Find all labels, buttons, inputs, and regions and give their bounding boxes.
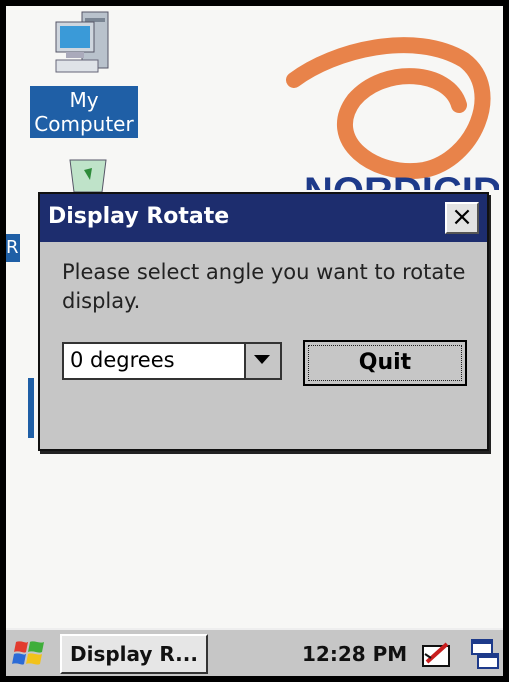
angle-select-value: 0 degrees — [70, 348, 175, 372]
show-desktop-icon[interactable] — [468, 638, 500, 672]
recycle-bin-icon[interactable] — [64, 156, 112, 192]
clock[interactable]: 12:28 PM — [302, 642, 407, 666]
desktop-icon-my-computer[interactable]: My Computer — [24, 6, 144, 138]
my-computer-icon — [55, 11, 109, 73]
input-panel-icon[interactable] — [421, 640, 453, 670]
recycle-bin-label[interactable]: R — [6, 234, 20, 262]
chevron-down-icon — [254, 355, 270, 364]
quit-button-label: Quit — [308, 345, 462, 381]
angle-select[interactable]: 0 degrees — [62, 342, 282, 380]
taskbar: Display R... 12:28 PM — [6, 628, 503, 676]
dialog-titlebar[interactable]: Display Rotate × — [40, 194, 487, 242]
windows-flag-icon[interactable] — [10, 638, 48, 670]
dialog-title: Display Rotate — [48, 204, 230, 229]
nordic-id-logo: NORDICID — [286, 37, 499, 190]
my-computer-label: My Computer — [30, 86, 138, 138]
dialog-message: Please select angle you want to rotate d… — [62, 260, 466, 313]
partial-desktop-icon — [28, 378, 34, 438]
logo-text: NORDICID — [304, 170, 499, 190]
display-rotate-dialog: Display Rotate × Please select angle you… — [38, 192, 489, 451]
quit-button[interactable]: Quit — [303, 340, 467, 386]
taskbar-button-display-rotate[interactable]: Display R... — [60, 634, 208, 674]
desktop: NORDICID My Computer R Display Rotate × … — [6, 6, 503, 676]
close-button[interactable]: × — [445, 202, 479, 234]
angle-select-dropdown-button[interactable] — [244, 344, 280, 378]
